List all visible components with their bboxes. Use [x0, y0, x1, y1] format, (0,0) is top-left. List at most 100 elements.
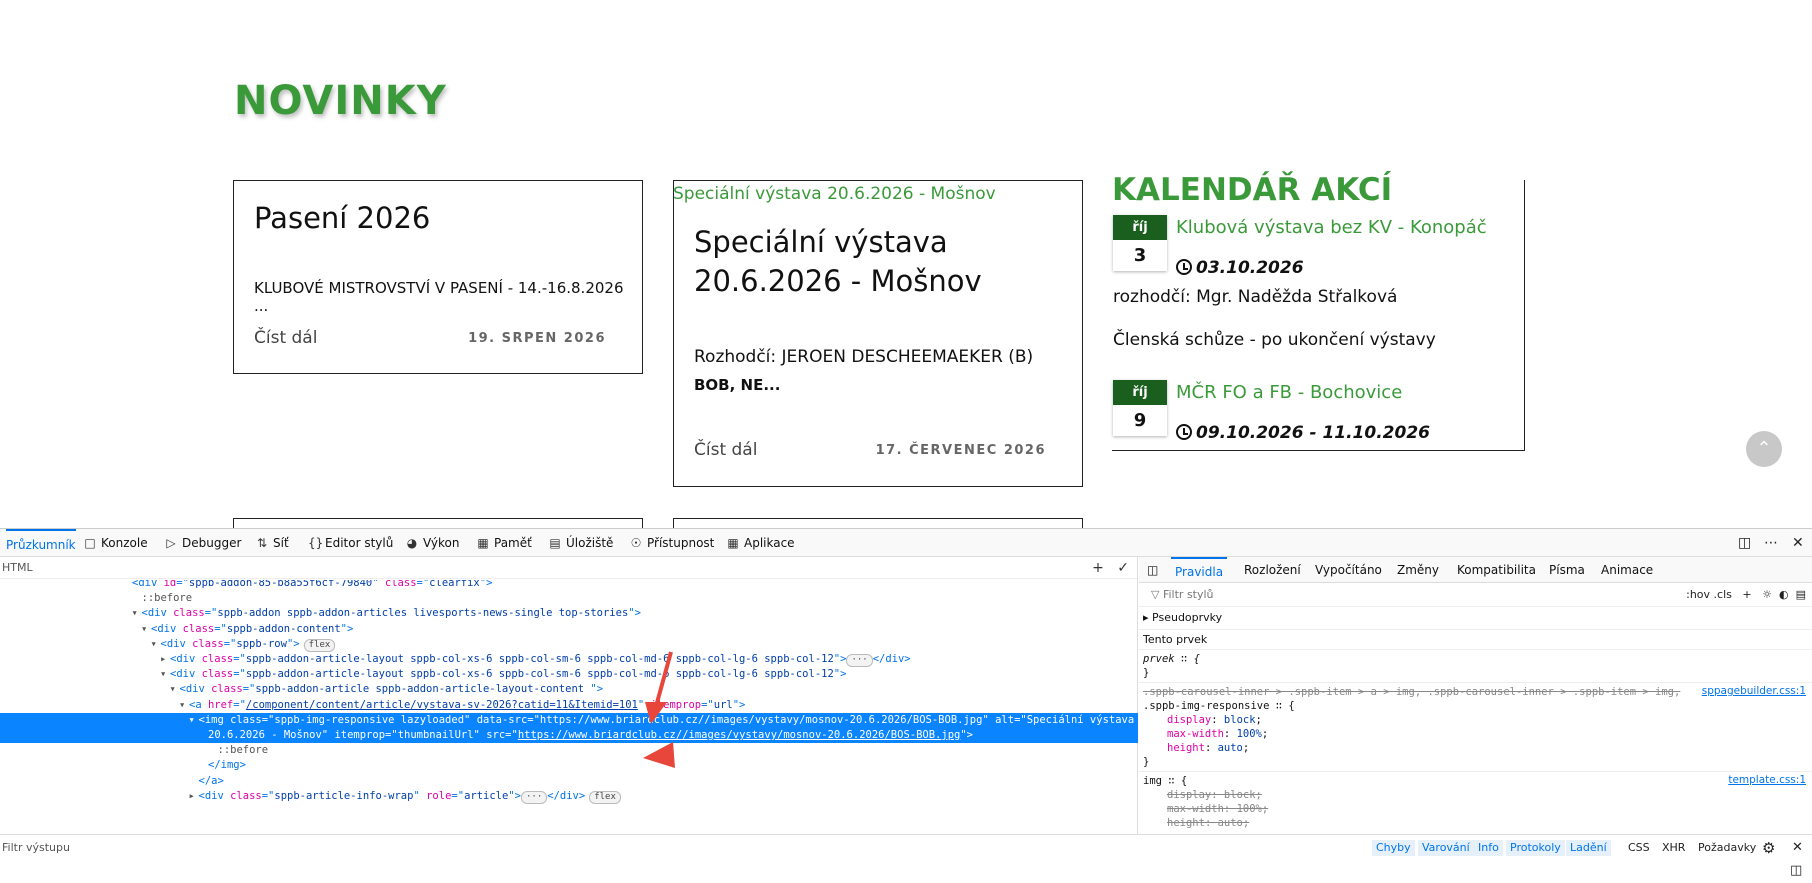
close-icon[interactable]: ✕ — [1792, 529, 1804, 557]
markup-node[interactable]: </a> — [0, 774, 1138, 789]
expand-toggle-icon[interactable]: ▾ — [132, 606, 142, 621]
markup-node[interactable]: ▾ <div class="sppb-row"> flex — [0, 637, 1138, 652]
eyedropper-icon[interactable]: ✓ — [1117, 560, 1129, 576]
event-title-link[interactable]: MČR FO a FB - Bochovice — [1176, 382, 1402, 403]
markup-node[interactable]: <div id="sppb-addon-85-b8a55f6cf-79840" … — [0, 580, 1138, 591]
read-more-link[interactable]: Číst dál — [254, 328, 317, 348]
css-declaration-overridden[interactable]: max-width: 100%; — [1167, 802, 1268, 816]
filter-logs-button[interactable]: Protokoly — [1506, 840, 1565, 856]
expand-toggle-icon[interactable]: ▸ — [189, 789, 199, 804]
markup-node[interactable]: ::before — [0, 743, 1138, 758]
tab-performance[interactable]: ◕ Výkon — [406, 529, 460, 557]
pseudo-elements-toggle[interactable]: ▸ Pseudoprvky — [1143, 611, 1222, 625]
web-page: NOVINKY Pasení 2026 KLUBOVÉ MISTROVSTVÍ … — [0, 0, 1812, 528]
badge-day: 9 — [1113, 405, 1167, 436]
tab-network[interactable]: ⇅ Síť — [256, 529, 289, 557]
close-icon[interactable]: ✕ — [1792, 835, 1803, 861]
filter-debug-button[interactable]: Ladění — [1566, 840, 1611, 856]
event-title-link[interactable]: Klubová výstava bez KV - Konopáč — [1176, 217, 1487, 238]
rule-selector[interactable]: .sppb-img-responsive ∷ { — [1143, 699, 1295, 713]
filter-css-button[interactable]: CSS — [1624, 840, 1654, 856]
markup-node[interactable]: ▾ <a href="/component/content/article/vys… — [0, 698, 1138, 713]
print-icon[interactable]: ▤ — [1796, 588, 1806, 601]
rule-source-link[interactable]: sppagebuilder.css:1 — [1702, 685, 1806, 697]
expand-toggle-icon[interactable]: ▾ — [141, 622, 151, 637]
card-title[interactable]: Pasení 2026 — [254, 199, 430, 238]
attr-name: class — [201, 668, 234, 681]
flex-badge[interactable]: flex — [303, 638, 336, 652]
tab-changes[interactable]: Změny — [1397, 557, 1439, 583]
tab-style-editor[interactable]: {} Editor stylů — [308, 529, 393, 557]
css-declaration[interactable]: display: block; — [1167, 713, 1262, 727]
flex-badge[interactable]: flex — [589, 790, 621, 804]
tab-animations[interactable]: Animace — [1601, 557, 1653, 583]
filter-errors-button[interactable]: Chyby — [1372, 840, 1415, 856]
plus-icon[interactable]: + — [1742, 588, 1751, 601]
tab-accessibility[interactable]: ☉ Přístupnost — [630, 529, 715, 557]
tab-console[interactable]: □ Konzole — [84, 529, 147, 557]
markup-node[interactable]: ::before — [0, 591, 1138, 606]
markup-node[interactable]: ▸ <div class="sppb-addon-article-layout s… — [0, 652, 1138, 667]
filter-warnings-button[interactable]: Varování — [1418, 840, 1474, 856]
news-card[interactable]: Speciální výstava 20.6.2026 - Mošnov Roz… — [673, 180, 1083, 487]
toggle-pane-icon[interactable]: ◫ — [1147, 557, 1158, 583]
css-declaration[interactable]: height: auto; — [1167, 741, 1249, 755]
rule-selector[interactable]: img ∷ { — [1143, 774, 1187, 788]
rules-list: ▸ Pseudoprvky Tento prvek prvek ∷ { } .s… — [1139, 607, 1812, 837]
tab-debugger[interactable]: ▷ Debugger — [165, 529, 241, 557]
card-title[interactable]: Speciální výstava 20.6.2026 - Mošnov — [694, 223, 1074, 301]
expand-toggle-icon[interactable]: ▾ — [170, 682, 180, 697]
css-declaration-overridden[interactable]: display: block; — [1167, 788, 1262, 802]
tag-token: =" — [385, 729, 398, 741]
markup-node[interactable]: ▾ <div class="sppb-addon-content"> — [0, 622, 1138, 637]
expand-toggle-icon[interactable]: ▾ — [179, 698, 189, 713]
markup-node[interactable]: ▾ <img class="sppb-img-responsive lazyloa… — [0, 712, 1138, 728]
expand-toggle-icon[interactable]: ▸ — [160, 652, 170, 667]
tab-computed[interactable]: Vypočítáno — [1315, 557, 1382, 583]
expand-toggle-icon[interactable]: ▾ — [189, 713, 199, 728]
plus-icon[interactable]: + — [1092, 560, 1104, 576]
more-icon[interactable]: ⋯ — [1764, 529, 1778, 557]
cls-button[interactable]: .cls — [1714, 588, 1732, 601]
tab-compatibility[interactable]: Kompatibilita — [1457, 557, 1536, 583]
card-excerpt: Rozhodčí: JEROEN DESCHEEMAEKER (B) — [694, 347, 1034, 367]
css-declaration[interactable]: max-width: 100%; — [1167, 727, 1268, 741]
console-filter-input[interactable]: Filtr výstupu — [2, 835, 70, 861]
tab-application[interactable]: ▦ Aplikace — [727, 529, 794, 557]
css-declaration-overridden[interactable]: height: auto; — [1167, 816, 1249, 830]
element-rule[interactable]: prvek ∷ { — [1143, 652, 1200, 666]
markup-node[interactable]: ▾ <div class="sppb-addon-article-layout s… — [0, 667, 1138, 682]
markup-node[interactable]: ▾ <div class="sppb-addon-article sppb-add… — [0, 682, 1138, 697]
filter-xhr-button[interactable]: XHR — [1658, 840, 1689, 856]
filter-requests-button[interactable]: Požadavky — [1694, 840, 1760, 856]
markup-node[interactable]: ▸ <div class="sppb-article-info-wrap" rol… — [0, 789, 1138, 804]
markup-tree[interactable]: <div id="sppb-addon-85-b8a55f6cf-79840" … — [0, 580, 1138, 810]
read-more-link[interactable]: Číst dál — [694, 440, 757, 460]
event-date-text: 03.10.2026 — [1196, 258, 1304, 278]
news-card[interactable]: Pasení 2026 KLUBOVÉ MISTROVSTVÍ V PASENÍ… — [233, 180, 643, 374]
expand-toggle-icon[interactable]: ▾ — [160, 667, 170, 682]
filter-info-button[interactable]: Info — [1474, 840, 1503, 856]
markup-node[interactable]: ▾ <div class="sppb-addon sppb-addon-artic… — [0, 606, 1138, 621]
light-mode-icon[interactable]: ☼ — [1762, 588, 1772, 601]
hov-button[interactable]: :hov — [1686, 588, 1710, 601]
divider — [1139, 682, 1812, 683]
split-console-icon[interactable]: ◫ — [1790, 863, 1802, 878]
markup-node[interactable]: 20.6.2026 - Mošnov" itemprop="thumbnailU… — [0, 728, 1138, 743]
style-filter[interactable]: ▽ Filtr stylů :hov .cls + ☼ ◐ ▤ — [1139, 583, 1812, 607]
gear-icon[interactable]: ⚙ — [1762, 835, 1775, 861]
tab-fonts[interactable]: Písma — [1549, 557, 1585, 583]
dark-mode-icon[interactable]: ◐ — [1779, 588, 1789, 601]
tab-rules[interactable]: Pravidla — [1171, 557, 1228, 583]
dock-icon[interactable]: ◫ — [1738, 529, 1751, 557]
tab-memory[interactable]: ▦ Paměť — [477, 529, 532, 557]
markup-node[interactable]: </img> — [0, 758, 1138, 773]
expand-toggle-icon[interactable]: ▾ — [151, 637, 161, 652]
tab-layout[interactable]: Rozložení — [1244, 557, 1301, 583]
tab-storage[interactable]: ▤ Úložiště — [549, 529, 613, 557]
scroll-top-button[interactable]: ⌃ — [1746, 431, 1782, 467]
image-alt-text[interactable]: Speciální výstava 20.6.2026 - Mošnov — [673, 184, 996, 204]
rule-source-link[interactable]: template.css:1 — [1728, 774, 1806, 786]
tag-token: "> — [286, 637, 300, 650]
tab-inspector[interactable]: Průzkumník — [6, 529, 76, 557]
